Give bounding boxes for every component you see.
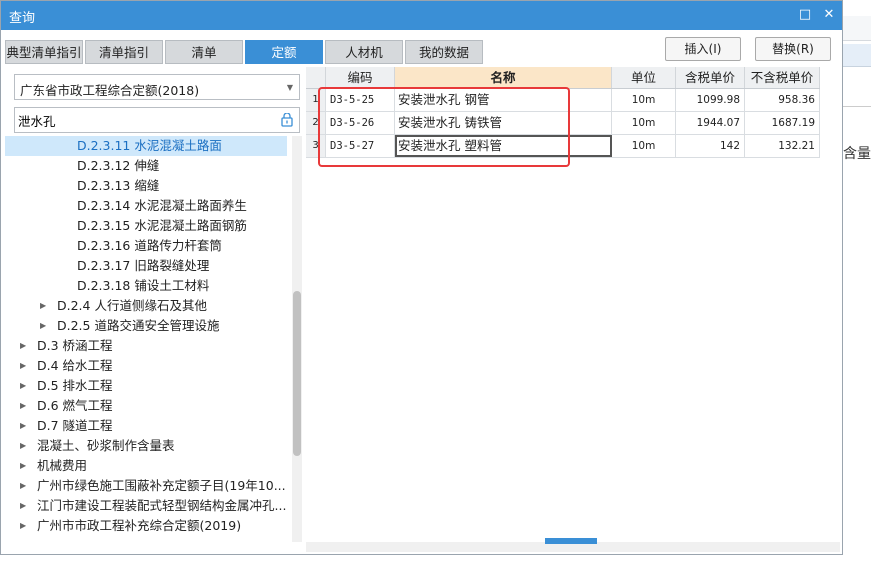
- tree-scrollbar-thumb[interactable]: [293, 291, 301, 456]
- background-divider: [843, 106, 871, 107]
- quota-library-value: 广东省市政工程综合定额(2018): [20, 83, 200, 98]
- tree-item[interactable]: D.2.3.13 缩缝: [5, 176, 287, 196]
- quota-library-select[interactable]: 广东省市政工程综合定额(2018) ▼: [14, 74, 300, 100]
- tab-quota[interactable]: 定额: [245, 40, 323, 64]
- tree-item[interactable]: ▶ D.5 排水工程: [5, 376, 287, 396]
- close-button[interactable]: ✕: [819, 5, 839, 25]
- tree-item-label: 混凝土、砂浆制作含量表: [37, 438, 175, 453]
- replace-button[interactable]: 替换(R): [755, 37, 831, 61]
- header-row-number: [306, 67, 326, 88]
- tree-item[interactable]: D.2.3.11 水泥混凝土路面: [5, 136, 287, 156]
- tree-item-label: D.3 桥涵工程: [37, 338, 113, 353]
- tree-item[interactable]: ▶ D.4 给水工程: [5, 356, 287, 376]
- tab-typical-bill-guide[interactable]: 典型清单指引: [5, 40, 83, 64]
- expand-arrow-icon[interactable]: ▶: [20, 456, 26, 476]
- maximize-button[interactable]: □: [795, 5, 815, 25]
- search-input[interactable]: [18, 111, 274, 129]
- header-code[interactable]: 编码: [326, 67, 395, 88]
- header-price-tax[interactable]: 含税单价: [676, 67, 745, 88]
- tree-item[interactable]: ▶ D.7 隧道工程: [5, 416, 287, 436]
- tree-scrollbar[interactable]: [292, 136, 302, 542]
- tab-bill[interactable]: 清单: [165, 40, 243, 64]
- insert-button[interactable]: 插入(I): [665, 37, 741, 61]
- tab-labor-material-machine[interactable]: 人材机: [325, 40, 403, 64]
- background-toolbar: [843, 16, 871, 41]
- cell-price-notax[interactable]: 958.36: [745, 89, 820, 111]
- search-box: [14, 107, 300, 133]
- quota-tree: D.2.3.11 水泥混凝土路面 D.2.3.12 伸缝 D.2.3.13 缩缝…: [5, 136, 287, 542]
- grid-header: 编码 名称 单位 含税单价 不含税单价: [306, 67, 820, 89]
- tree-item[interactable]: D.2.3.15 水泥混凝土路面钢筋: [5, 216, 287, 236]
- panel-splitter-handle[interactable]: [545, 538, 597, 544]
- tree-item-label: D.2.3.17 旧路裂缝处理: [77, 258, 210, 273]
- tree-item-label: D.2.3.18 铺设土工材料: [77, 278, 210, 293]
- cell-price-tax[interactable]: 1944.07: [676, 112, 745, 134]
- tree-item[interactable]: ▶ 混凝土、砂浆制作含量表: [5, 436, 287, 456]
- tree-item[interactable]: D.2.3.17 旧路裂缝处理: [5, 256, 287, 276]
- expand-arrow-icon[interactable]: ▶: [20, 416, 26, 436]
- tree-item-label: D.2.3.12 伸缝: [77, 158, 160, 173]
- header-unit[interactable]: 单位: [612, 67, 676, 88]
- tree-item[interactable]: D.2.3.18 铺设土工材料: [5, 276, 287, 296]
- background-window: 含量: [843, 0, 871, 563]
- window-title: 查询: [9, 11, 36, 26]
- cell-unit[interactable]: 10m: [612, 135, 676, 157]
- tree-item[interactable]: D.2.3.12 伸缝: [5, 156, 287, 176]
- tree-item[interactable]: ▶ D.2.5 道路交通安全管理设施: [5, 316, 287, 336]
- query-dialog: 查询 □ ✕ 典型清单指引 清单指引 清单 定额 人材机 我的数据 插入(I) …: [0, 0, 843, 555]
- tree-item-label: 江门市建设工程装配式轻型钢结构金属冲孔...: [37, 498, 287, 513]
- tab-my-data[interactable]: 我的数据: [405, 40, 483, 64]
- tree-item-label: D.7 隧道工程: [37, 418, 113, 433]
- expand-arrow-icon[interactable]: ▶: [20, 496, 26, 516]
- tree-item-label: D.2.3.14 水泥混凝土路面养生: [77, 198, 247, 213]
- tree-item[interactable]: ▶ 机械费用: [5, 456, 287, 476]
- tree-item-label: 广州市市政工程补充综合定额(2019): [37, 518, 242, 533]
- tree-item-label: D.4 给水工程: [37, 358, 113, 373]
- search-filter-icon[interactable]: [280, 113, 294, 127]
- tree-item-label: D.6 燃气工程: [37, 398, 113, 413]
- tree-item[interactable]: ▶ D.3 桥涵工程: [5, 336, 287, 356]
- tree-item-label: D.5 排水工程: [37, 378, 113, 393]
- header-name[interactable]: 名称: [395, 67, 612, 88]
- tree-item-label: D.2.5 道路交通安全管理设施: [57, 318, 220, 333]
- expand-arrow-icon[interactable]: ▶: [20, 336, 26, 356]
- chevron-down-icon[interactable]: ▼: [287, 83, 293, 92]
- tree-item-label: D.2.3.16 道路传力杆套筒: [77, 238, 222, 253]
- tree-item-label: 机械费用: [37, 458, 88, 473]
- cell-unit[interactable]: 10m: [612, 89, 676, 111]
- expand-arrow-icon[interactable]: ▶: [40, 316, 46, 336]
- tree-item[interactable]: ▶ D.6 燃气工程: [5, 396, 287, 416]
- expand-arrow-icon[interactable]: ▶: [40, 296, 46, 316]
- expand-arrow-icon[interactable]: ▶: [20, 476, 26, 496]
- highlight-annotation-box: [318, 87, 570, 167]
- tree-item[interactable]: ▶ 江门市建设工程装配式轻型钢结构金属冲孔...: [5, 496, 287, 516]
- tree-item[interactable]: D.2.3.14 水泥混凝土路面养生: [5, 196, 287, 216]
- expand-arrow-icon[interactable]: ▶: [20, 436, 26, 456]
- header-price-notax[interactable]: 不含税单价: [745, 67, 820, 88]
- tree-item-label: 广州市绿色施工围蔽补充定额子目(19年10...: [37, 478, 286, 493]
- tree-item[interactable]: ▶ 广州市市政工程补充综合定额(2019): [5, 516, 287, 536]
- expand-arrow-icon[interactable]: ▶: [20, 356, 26, 376]
- tree-item[interactable]: ▶ 广州市绿色施工围蔽补充定额子目(19年10...: [5, 476, 287, 496]
- background-selected-row: [843, 44, 871, 67]
- tree-item-label: D.2.4 人行道侧缘石及其他: [57, 298, 207, 313]
- tree-item-label: D.2.3.13 缩缝: [77, 178, 160, 193]
- cell-price-notax[interactable]: 132.21: [745, 135, 820, 157]
- cell-price-tax[interactable]: 1099.98: [676, 89, 745, 111]
- cell-unit[interactable]: 10m: [612, 112, 676, 134]
- expand-arrow-icon[interactable]: ▶: [20, 396, 26, 416]
- left-panel: 广东省市政工程综合定额(2018) ▼ D.2.3.11 水泥混凝土路面 D.2…: [5, 64, 302, 542]
- tree-item-label: D.2.3.11 水泥混凝土路面: [77, 138, 222, 153]
- tree-item[interactable]: D.2.3.16 道路传力杆套筒: [5, 236, 287, 256]
- tree-item-label: D.2.3.15 水泥混凝土路面钢筋: [77, 218, 247, 233]
- tab-bill-guide[interactable]: 清单指引: [85, 40, 163, 64]
- expand-arrow-icon[interactable]: ▶: [20, 376, 26, 396]
- background-column-header: 含量: [843, 146, 871, 162]
- cell-price-notax[interactable]: 1687.19: [745, 112, 820, 134]
- cell-price-tax[interactable]: 142: [676, 135, 745, 157]
- tree-item[interactable]: ▶ D.2.4 人行道侧缘石及其他: [5, 296, 287, 316]
- expand-arrow-icon[interactable]: ▶: [20, 516, 26, 536]
- title-bar[interactable]: 查询 □ ✕: [1, 1, 842, 30]
